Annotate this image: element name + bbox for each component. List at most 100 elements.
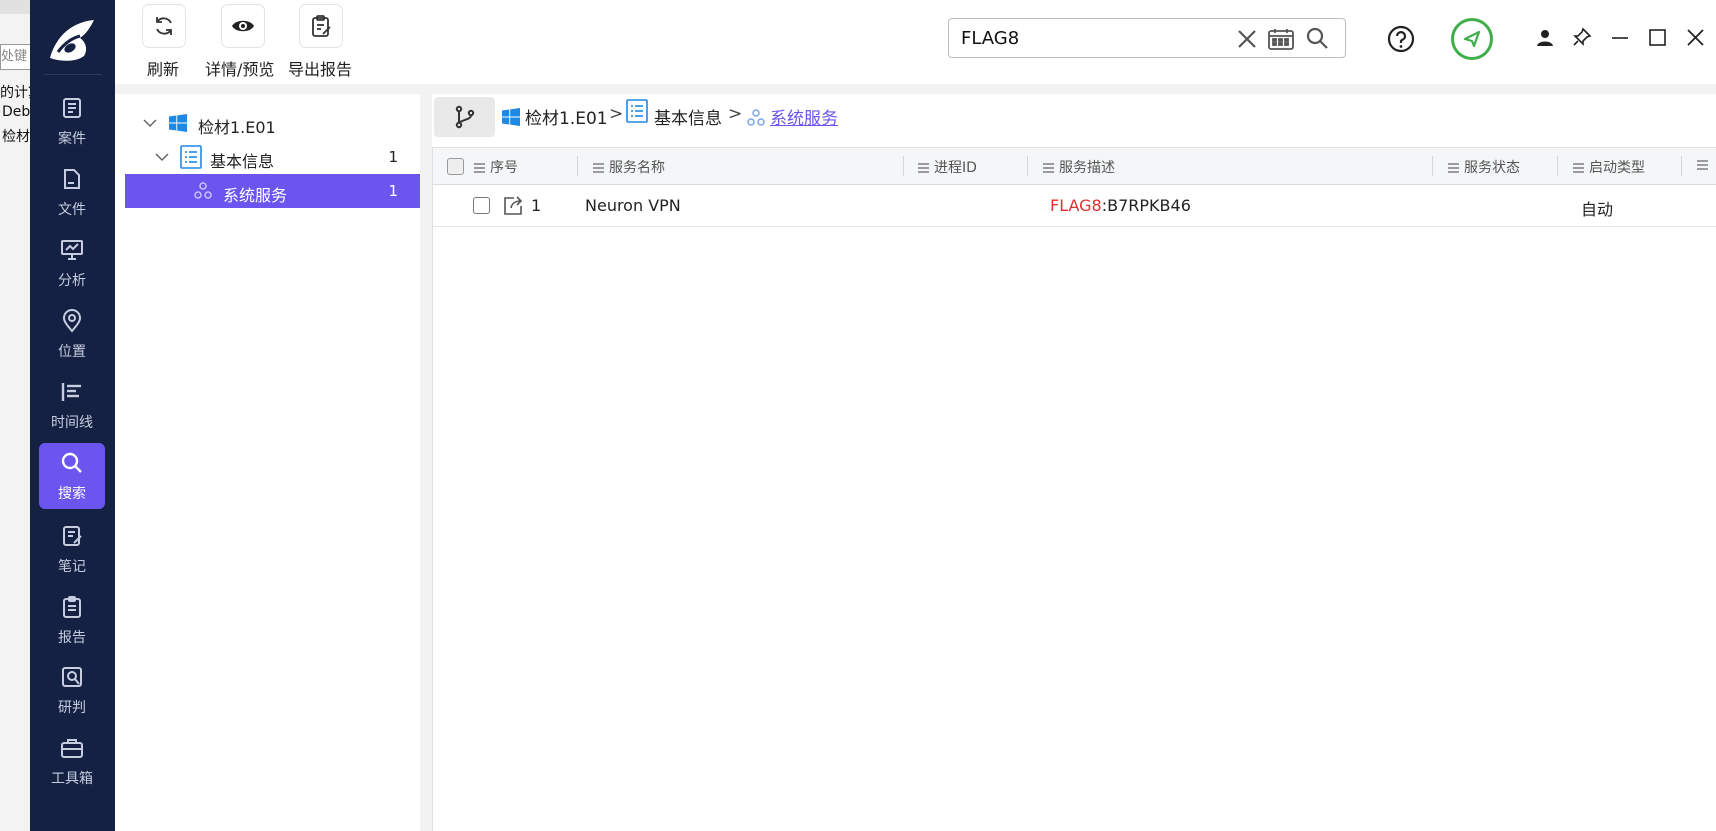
nav-item-notes[interactable]: 笔记 (39, 516, 105, 582)
services-icon (194, 182, 212, 199)
maximize-icon[interactable] (1649, 29, 1666, 46)
nav-item-toolbox[interactable]: 工具箱 (39, 728, 105, 794)
select-all-checkbox[interactable] (447, 158, 464, 175)
nav-item-label: 位置 (58, 344, 86, 360)
column-menu-icon (1448, 163, 1459, 173)
column-label: 服务描述 (1059, 160, 1115, 176)
nav-item-label: 时间线 (51, 415, 93, 431)
export-report-button[interactable] (299, 4, 343, 48)
column-header-description[interactable]: 服务描述 (1043, 157, 1115, 177)
open-external-icon[interactable] (502, 195, 524, 217)
case-icon (63, 98, 81, 118)
breadcrumb: 检材1.E01 > 基本信息 > 系统服务 (432, 94, 1716, 142)
panel-gutter (420, 94, 432, 831)
results-panel: 检材1.E01 > 基本信息 > 系统服务 序号 服务名称 进程ID 服务描述 … (432, 94, 1716, 831)
location-icon (62, 309, 82, 333)
report-icon (63, 596, 81, 618)
pin-icon[interactable] (1572, 27, 1592, 47)
column-header-service-name[interactable]: 服务名称 (593, 157, 665, 177)
column-header-pid[interactable]: 进程ID (918, 157, 977, 177)
nav-item-label: 文件 (58, 202, 86, 218)
nav-item-timeline[interactable]: 时间线 (39, 372, 105, 438)
nav-item-label: 笔记 (58, 559, 86, 575)
breadcrumb-item[interactable]: 基本信息 (654, 104, 722, 129)
calendar-icon[interactable] (1268, 28, 1294, 50)
refresh-label: 刷新 (147, 60, 180, 79)
search-highlight: FLAG8 (1050, 196, 1102, 215)
breadcrumb-current[interactable]: 系统服务 (770, 104, 838, 129)
breadcrumb-item[interactable]: 检材1.E01 (525, 104, 608, 129)
refresh-button[interactable] (142, 4, 186, 48)
export-report-icon (312, 15, 331, 37)
nav-item-label: 研判 (58, 700, 86, 716)
column-menu-icon (1573, 163, 1584, 173)
background-window-line: Deb (2, 104, 31, 120)
column-divider[interactable] (577, 156, 578, 176)
nav-item-case[interactable]: 案件 (39, 88, 105, 154)
app-logo-icon (50, 20, 94, 61)
tree-item-count: 1 (388, 182, 398, 200)
nav-item-search[interactable]: 搜索 (39, 443, 105, 509)
nav-item-label: 案件 (58, 131, 86, 147)
help-icon[interactable] (1387, 25, 1415, 53)
nav-rail: 案件 文件 分析 位置 时间线 搜索 笔记 报告 研判 工具箱 (30, 0, 115, 831)
column-menu-icon (1697, 160, 1708, 170)
refresh-icon (156, 17, 172, 35)
timeline-icon (61, 383, 81, 401)
tree-item-label: 系统服务 (223, 186, 288, 205)
column-label: 服务名称 (609, 160, 665, 176)
column-header-index[interactable]: 序号 (474, 157, 518, 177)
column-menu-icon (474, 163, 485, 173)
preview-label: 详情/预览 (205, 60, 275, 79)
nav-item-label: 报告 (58, 630, 86, 646)
clear-icon[interactable] (1236, 28, 1258, 50)
table-row[interactable]: 1 Neuron VPN FLAG8:B7RPKB46 自动 (433, 185, 1716, 227)
services-icon (747, 109, 765, 126)
column-label: 进程ID (934, 160, 977, 176)
tree-item-count: 1 (388, 148, 398, 166)
nav-item-judge[interactable]: 研判 (39, 657, 105, 723)
chevron-down-icon[interactable] (155, 151, 169, 163)
preview-button[interactable] (221, 4, 265, 48)
chevron-down-icon[interactable] (143, 117, 157, 129)
background-window-input[interactable]: 处键 (0, 44, 34, 70)
breadcrumb-separator: > (609, 104, 624, 124)
column-header-status[interactable]: 服务状态 (1448, 157, 1520, 177)
nav-item-location[interactable]: 位置 (39, 301, 105, 367)
row-checkbox[interactable] (473, 197, 490, 214)
nav-item-files[interactable]: 文件 (39, 159, 105, 225)
column-header-more[interactable] (1697, 157, 1713, 173)
search-icon[interactable] (1305, 26, 1329, 50)
column-divider[interactable] (1557, 156, 1558, 176)
tree-item-label: 检材1.E01 (198, 118, 276, 137)
nav-item-label: 工具箱 (51, 771, 93, 787)
status-shield-icon[interactable] (1450, 17, 1494, 61)
branch-button[interactable] (434, 97, 495, 137)
column-label: 服务状态 (1464, 160, 1520, 176)
breadcrumb-separator: > (728, 104, 743, 124)
column-divider[interactable] (1027, 156, 1028, 176)
tree-item-system-services[interactable]: 系统服务 1 (125, 174, 420, 208)
tree-item-root[interactable]: 检材1.E01 (125, 106, 420, 140)
column-divider[interactable] (1432, 156, 1433, 176)
nav-item-analysis[interactable]: 分析 (39, 230, 105, 296)
search-input[interactable] (961, 27, 1191, 49)
close-icon[interactable] (1687, 29, 1704, 46)
user-icon[interactable] (1535, 28, 1555, 48)
column-menu-icon (1043, 163, 1054, 173)
notes-icon (63, 526, 82, 546)
row-index: 1 (531, 196, 542, 215)
column-header-start-type[interactable]: 启动类型 (1573, 157, 1645, 177)
background-window-strip (0, 0, 34, 14)
column-menu-icon (918, 163, 929, 173)
info-list-icon (626, 99, 648, 123)
nav-separator (44, 74, 102, 75)
nav-item-label: 搜索 (58, 486, 86, 502)
tree-item-basic-info[interactable]: 基本信息 1 (125, 140, 420, 174)
column-divider[interactable] (1681, 156, 1682, 176)
info-list-icon (180, 145, 202, 169)
export-report-label: 导出报告 (288, 60, 353, 79)
nav-item-report[interactable]: 报告 (39, 587, 105, 653)
column-divider[interactable] (903, 156, 904, 176)
minimize-icon[interactable] (1611, 29, 1629, 47)
